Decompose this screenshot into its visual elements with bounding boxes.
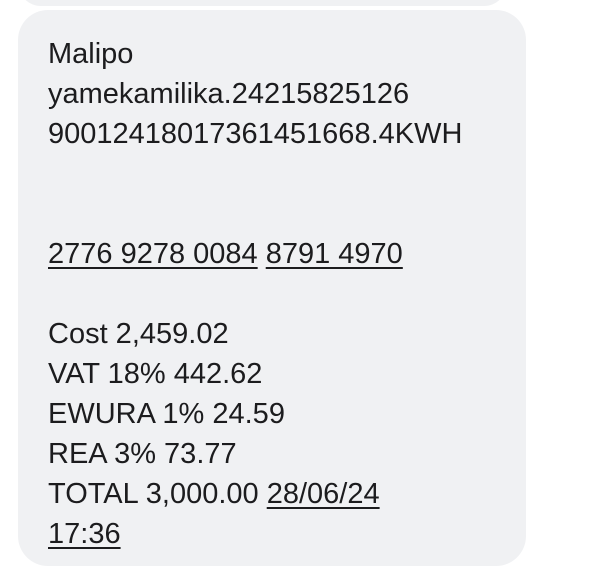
message-text: Malipo yamekamilika.24215825126 90012418… bbox=[48, 34, 526, 554]
token-number: 2776 9278 0084 8791 4970 bbox=[48, 234, 526, 274]
token-link-part-2[interactable]: 8791 4970 bbox=[266, 238, 403, 270]
sms-message-bubble[interactable]: Malipo yamekamilika.24215825126 90012418… bbox=[18, 10, 526, 566]
time-line: 17:36 bbox=[48, 514, 526, 554]
total-line: TOTAL 3,000.00 28/06/24 bbox=[48, 478, 380, 510]
date-link[interactable]: 28/06/24 bbox=[267, 478, 380, 510]
ewura-line: EWURA 1% 24.59 bbox=[48, 398, 285, 430]
rea-line: REA 3% 73.77 bbox=[48, 438, 237, 470]
time-link[interactable]: 17:36 bbox=[48, 518, 121, 550]
previous-message-bubble bbox=[18, 0, 507, 6]
message-line-2: yamekamilika.24215825126 bbox=[48, 78, 410, 110]
token-link-part-1[interactable]: 2776 9278 0084 bbox=[48, 238, 258, 270]
message-line-3: 90012418017361451668.4KWH bbox=[48, 118, 463, 150]
vat-line: VAT 18% 442.62 bbox=[48, 358, 263, 390]
cost-line: Cost 2,459.02 bbox=[48, 318, 229, 350]
message-line-1: Malipo bbox=[48, 38, 134, 70]
